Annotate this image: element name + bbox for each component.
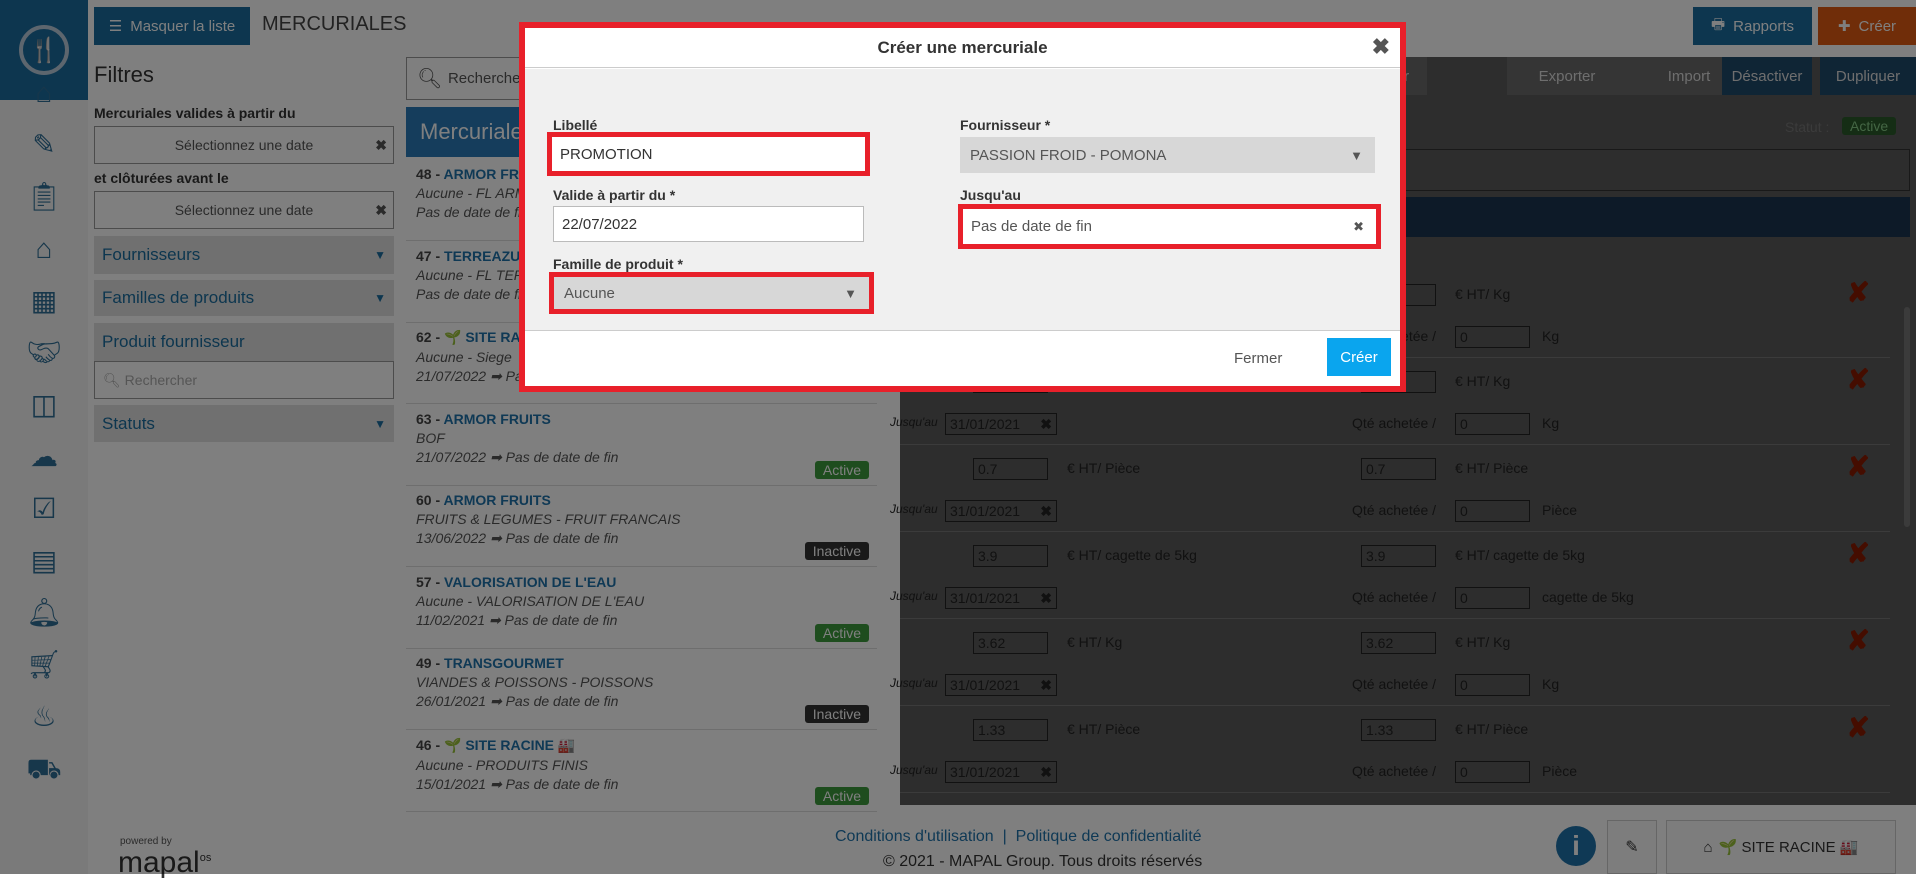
libelle-input[interactable]: PROMOTION xyxy=(552,137,865,171)
modal-title: Créer une mercuriale xyxy=(525,28,1400,68)
valid-from-input[interactable]: 22/07/2022 xyxy=(553,206,864,242)
caret-down-icon: ▼ xyxy=(844,285,857,301)
close-button[interactable]: Fermer xyxy=(1234,350,1282,367)
caret-down-icon: ▼ xyxy=(1350,147,1363,163)
submit-create-button[interactable]: Créer xyxy=(1327,338,1391,376)
until-input[interactable]: Pas de date de fin ✖ xyxy=(963,209,1376,244)
supplier-label: Fournisseur * xyxy=(960,117,1051,133)
modal-body: Libellé PROMOTION Valide à partir du * 2… xyxy=(525,69,1400,331)
close-icon[interactable]: ✖ xyxy=(1372,34,1390,60)
valid-from-label: Valide à partir du * xyxy=(553,187,676,203)
libelle-label: Libellé xyxy=(553,117,598,133)
supplier-select[interactable]: PASSION FROID - POMONA ▼ xyxy=(960,137,1375,173)
until-label: Jusqu'au xyxy=(960,187,1021,203)
family-label: Famille de produit * xyxy=(553,256,683,272)
clear-icon[interactable]: ✖ xyxy=(1353,219,1364,235)
create-mercuriale-modal: Créer une mercuriale ✖ Libellé PROMOTION… xyxy=(519,22,1406,392)
family-select[interactable]: Aucune ▼ xyxy=(554,277,869,309)
